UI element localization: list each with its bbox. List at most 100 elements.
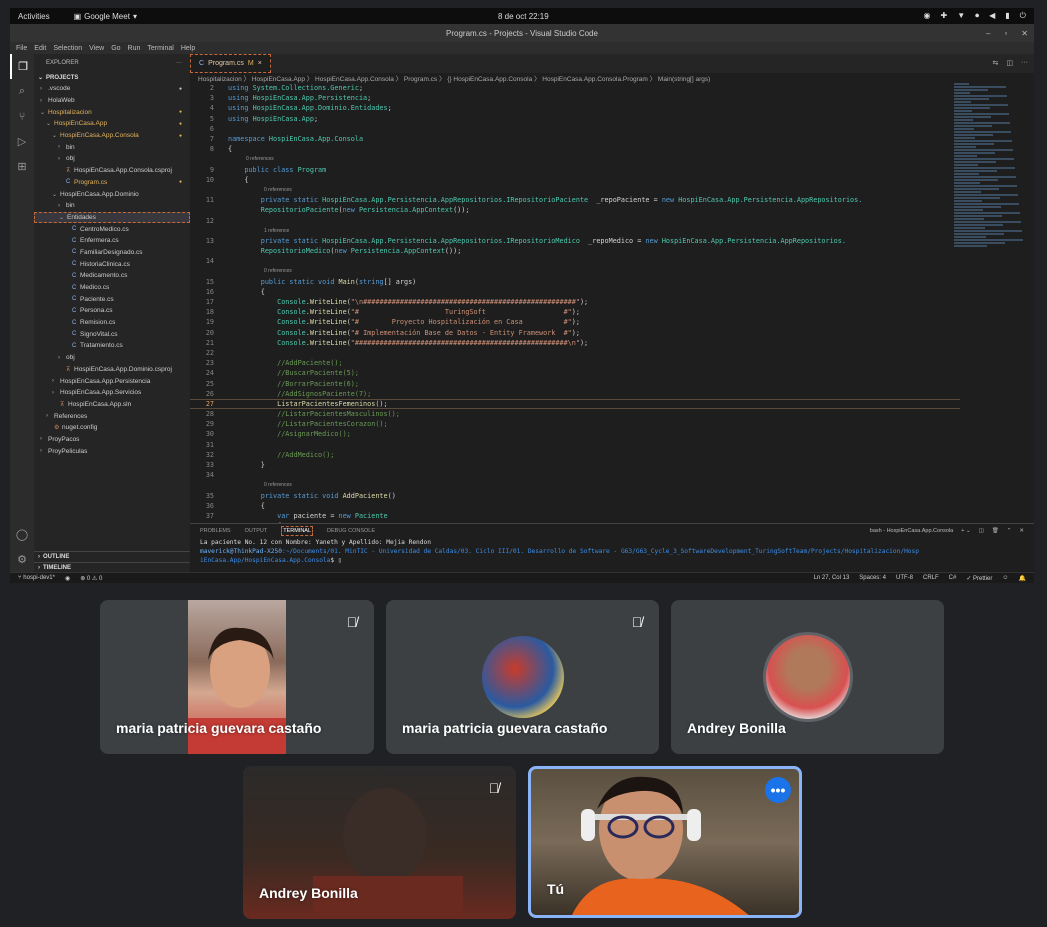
sync-icon[interactable]: ◉ bbox=[65, 575, 70, 582]
feedback-icon[interactable]: ☺ bbox=[1002, 575, 1008, 582]
codelens-references[interactable]: 0 references bbox=[190, 480, 960, 490]
tree-item[interactable]: C FamiliarDesignado.cs bbox=[34, 247, 190, 259]
tab-program-cs[interactable]: C Program.cs M × bbox=[190, 54, 271, 73]
tree-item[interactable]: ⊼ HospiEnCasa.App.Consola.csproj bbox=[34, 165, 190, 177]
tab-output[interactable]: OUTPUT bbox=[245, 528, 268, 534]
prettier-status[interactable]: ✓ Prettier bbox=[966, 575, 992, 582]
language-mode[interactable]: C# bbox=[949, 575, 957, 582]
menu-item-file[interactable]: File bbox=[16, 45, 27, 52]
tree-item[interactable]: › References bbox=[34, 410, 190, 422]
encoding[interactable]: UTF-8 bbox=[896, 575, 913, 582]
menu-item-view[interactable]: View bbox=[89, 45, 104, 52]
breadcrumb[interactable]: Hospitalizacion 〉 HospiEnCasa.App 〉 Hosp… bbox=[190, 73, 1034, 83]
menu-item-help[interactable]: Help bbox=[181, 45, 195, 52]
close-icon[interactable]: × bbox=[258, 60, 262, 67]
activities-button[interactable]: Activities bbox=[18, 12, 50, 21]
tree-item[interactable]: ⊼ HospiEnCasa.App.sln bbox=[34, 399, 190, 411]
tree-item[interactable]: C SignoVital.cs bbox=[34, 328, 190, 340]
close-icon[interactable]: ✕ bbox=[1019, 528, 1024, 534]
run-debug-icon[interactable]: ▷ bbox=[10, 129, 34, 154]
account-icon[interactable]: ◯ bbox=[10, 522, 34, 547]
cursor-position[interactable]: Ln 27, Col 13 bbox=[814, 575, 850, 582]
compare-icon[interactable]: ⇆ bbox=[993, 59, 999, 67]
tree-item[interactable]: ⌄ HospiEnCasa.App.Dominio bbox=[34, 188, 190, 200]
tree-item[interactable]: ⚙ nuget.config bbox=[34, 422, 190, 434]
participant-tile[interactable]: Andrey Bonilla bbox=[671, 600, 944, 754]
problems-indicator[interactable]: ⊗ 0 ⚠ 0 bbox=[80, 575, 102, 582]
tree-item[interactable]: › obj bbox=[34, 153, 190, 165]
tree-item[interactable]: › .vscode ● bbox=[34, 83, 190, 95]
line-endings[interactable]: CRLF bbox=[923, 575, 939, 582]
tree-item[interactable]: C HistoriaClinica.cs bbox=[34, 258, 190, 270]
code-token: _repoPaciente = bbox=[588, 196, 662, 205]
tree-item[interactable]: C Tratamiento.cs bbox=[34, 340, 190, 352]
tree-item[interactable]: C Medicamento.cs bbox=[34, 270, 190, 282]
tree-item[interactable]: ⌄ Entidades bbox=[34, 211, 190, 224]
system-tray[interactable]: ◉ ✚ ▼ ⏺ ◀ ▮ ⏻ bbox=[924, 11, 1027, 21]
tree-item[interactable]: › HospiEnCasa.App.Servicios bbox=[34, 387, 190, 399]
extensions-icon[interactable]: ⊞ bbox=[10, 154, 34, 179]
indentation[interactable]: Spaces: 4 bbox=[859, 575, 886, 582]
minimize-icon[interactable]: – bbox=[986, 29, 990, 38]
tree-item[interactable]: C CentroMedico.cs bbox=[34, 223, 190, 235]
participant-tile[interactable]: 🎙̸ maria patricia guevara castaño bbox=[100, 600, 374, 754]
tree-item[interactable]: › HospiEnCasa.App.Persistencia bbox=[34, 375, 190, 387]
participant-tile[interactable]: 🎙̸ Andrey Bonilla bbox=[243, 766, 516, 919]
tree-item[interactable]: ⌄ HospiEnCasa.App ● bbox=[34, 118, 190, 130]
tree-item[interactable]: C Remision.cs bbox=[34, 317, 190, 329]
menu-item-run[interactable]: Run bbox=[128, 45, 141, 52]
clock[interactable]: 8 de oct 22:19 bbox=[498, 12, 549, 21]
codelens-references[interactable]: 0 references bbox=[190, 266, 960, 276]
menu-item-terminal[interactable]: Terminal bbox=[147, 45, 173, 52]
split-terminal-icon[interactable]: ◫ bbox=[979, 528, 984, 534]
split-editor-icon[interactable]: ◫ bbox=[1006, 59, 1013, 67]
codelens-references[interactable]: 0 references bbox=[190, 154, 960, 164]
tree-item[interactable]: ⊼ HospiEnCasa.App.Dominio.csproj bbox=[34, 364, 190, 376]
maximize-icon[interactable]: ▫ bbox=[1004, 29, 1007, 38]
code-editor[interactable]: 2 using System.Collections.Generic; 3 usin… bbox=[190, 83, 960, 523]
participant-tile[interactable]: 🎙̸ maria patricia guevara castaño bbox=[386, 600, 659, 754]
tree-item[interactable]: › ProyPeliculas bbox=[34, 445, 190, 457]
search-icon[interactable]: ⌕ bbox=[10, 79, 34, 104]
tree-item[interactable]: › HolaWeb bbox=[34, 95, 190, 107]
close-icon[interactable]: ✕ bbox=[1021, 29, 1028, 38]
source-control-icon[interactable]: ⑂ bbox=[10, 104, 34, 129]
timeline-section[interactable]: › TIMELINE bbox=[34, 562, 190, 572]
more-icon[interactable]: ··· bbox=[1021, 59, 1028, 67]
gear-icon[interactable]: ⚙ bbox=[10, 547, 34, 572]
minimap[interactable] bbox=[954, 83, 1024, 263]
tab-problems[interactable]: PROBLEMS bbox=[200, 528, 231, 534]
tree-item[interactable]: C Paciente.cs bbox=[34, 293, 190, 305]
codelens-references[interactable]: 1 reference bbox=[190, 226, 960, 236]
maximize-panel-icon[interactable]: ⌃ bbox=[1007, 528, 1012, 534]
tree-item[interactable]: › ProyPacos bbox=[34, 434, 190, 446]
menu-item-edit[interactable]: Edit bbox=[34, 45, 46, 52]
tab-terminal[interactable]: TERMINAL bbox=[281, 526, 314, 536]
more-options-button[interactable]: ••• bbox=[765, 777, 791, 803]
app-menu[interactable]: ▣ Google Meet ▾ bbox=[74, 12, 137, 21]
terminal-shell-selector[interactable]: bash - HospiEnCasa.App.Consola bbox=[870, 528, 953, 534]
tree-item[interactable]: › bin bbox=[34, 141, 190, 153]
branch-indicator[interactable]: ⑂ hospi-dev1* bbox=[18, 575, 55, 581]
tree-item[interactable]: C Program.cs ● bbox=[34, 177, 190, 189]
menu-item-go[interactable]: Go bbox=[111, 45, 120, 52]
codelens-references[interactable]: 0 references bbox=[190, 185, 960, 195]
tree-item[interactable]: ⌄ HospiEnCasa.App.Consola ● bbox=[34, 130, 190, 142]
tree-item[interactable]: › bin bbox=[34, 200, 190, 212]
tab-debug-console[interactable]: DEBUG CONSOLE bbox=[327, 528, 375, 534]
explorer-icon[interactable]: ❐ bbox=[10, 54, 34, 79]
tree-item[interactable]: C Medico.cs bbox=[34, 282, 190, 294]
tree-item[interactable]: C Persona.cs bbox=[34, 305, 190, 317]
trash-icon[interactable]: 🗑 bbox=[992, 528, 999, 534]
projects-section[interactable]: ⌄ PROJECTS bbox=[34, 72, 190, 83]
outline-section[interactable]: › OUTLINE bbox=[34, 551, 190, 562]
more-icon[interactable]: ··· bbox=[176, 60, 182, 66]
self-tile[interactable]: ••• Tú bbox=[528, 766, 802, 918]
tree-item[interactable]: ⌄ Hospitalizacion ● bbox=[34, 106, 190, 118]
add-terminal-icon[interactable]: + ⌄ bbox=[961, 528, 970, 534]
tree-item[interactable]: C Enfermera.cs bbox=[34, 235, 190, 247]
tree-item[interactable]: › obj bbox=[34, 352, 190, 364]
terminal-output[interactable]: La paciente No. 12 con Nombre: Yaneth y … bbox=[190, 538, 1034, 565]
bell-icon[interactable]: 🔔 bbox=[1019, 575, 1026, 582]
menu-item-selection[interactable]: Selection bbox=[53, 45, 82, 52]
